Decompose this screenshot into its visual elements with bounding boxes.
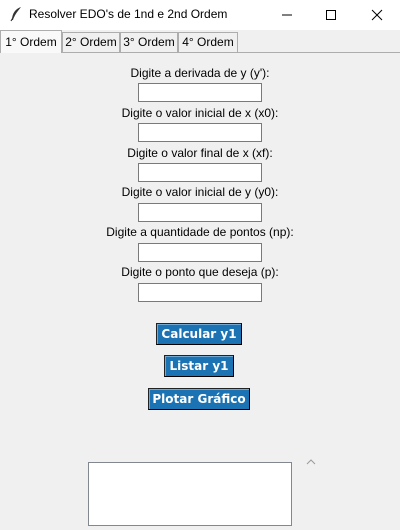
- p-input[interactable]: [138, 283, 262, 302]
- minimize-button[interactable]: [264, 0, 310, 30]
- derivative-input[interactable]: [138, 83, 262, 102]
- close-button[interactable]: [354, 0, 400, 30]
- output-textbox[interactable]: [88, 462, 292, 526]
- minimize-icon: [282, 14, 292, 16]
- y0-label: Digite o valor inicial de y (y0):: [121, 185, 279, 199]
- x0-input[interactable]: [138, 123, 262, 142]
- p-label: Digite o ponto que deseja (p):: [121, 265, 279, 279]
- derivative-label: Digite a derivada de y (y'):: [130, 66, 270, 80]
- close-icon: [371, 9, 383, 21]
- x0-label: Digite o valor inicial de x (x0):: [121, 106, 279, 120]
- tab-panel-1-ordem: Digite a derivada de y (y'): Digite o va…: [1, 53, 399, 530]
- np-label: Digite a quantidade de pontos (np):: [106, 225, 294, 239]
- listar-button[interactable]: Listar y1: [164, 355, 234, 377]
- y0-input[interactable]: [138, 203, 262, 222]
- tab-2-ordem[interactable]: 2° Ordem: [62, 32, 120, 52]
- chevron-up-icon[interactable]: [305, 456, 317, 468]
- tab-1-ordem[interactable]: 1° Ordem: [0, 30, 62, 53]
- tab-3-ordem[interactable]: 3° Ordem: [120, 32, 178, 52]
- title-bar[interactable]: Resolver EDO's de 1nd e 2nd Ordem: [0, 0, 400, 30]
- maximize-icon: [326, 10, 336, 20]
- np-input[interactable]: [138, 243, 262, 262]
- xf-label: Digite o valor final de x (xf):: [127, 146, 273, 160]
- calcular-button[interactable]: Calcular y1: [156, 323, 242, 345]
- maximize-button[interactable]: [308, 0, 354, 30]
- window-title: Resolver EDO's de 1nd e 2nd Ordem: [29, 7, 228, 21]
- tab-strip: 1° Ordem 2° Ordem 3° Ordem 4° Ordem: [0, 30, 400, 53]
- xf-input[interactable]: [138, 163, 262, 182]
- plotar-grafico-button[interactable]: Plotar Gráfico: [148, 388, 250, 410]
- feather-icon: [9, 6, 23, 22]
- tab-4-ordem[interactable]: 4° Ordem: [178, 32, 238, 52]
